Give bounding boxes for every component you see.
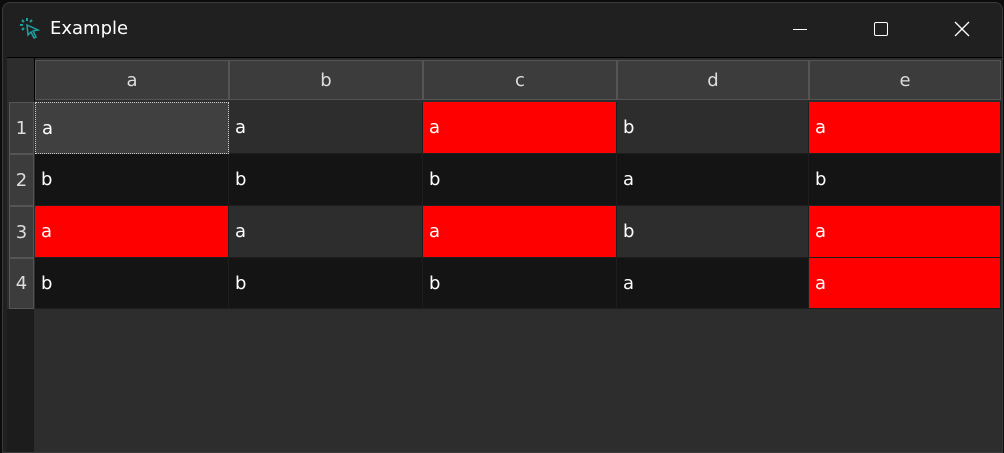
close-icon [954, 21, 970, 37]
table-cell[interactable]: a [423, 102, 617, 154]
data-table[interactable]: abcde1aaaba2bbbab3aaaba4bbbaa [7, 57, 1002, 452]
table-cell[interactable]: a [617, 258, 809, 309]
row-header-area [7, 309, 34, 452]
maximize-icon [874, 22, 888, 36]
row-header[interactable]: 3 [9, 206, 34, 258]
title-bar[interactable]: Example [3, 3, 1002, 55]
column-header[interactable]: c [423, 60, 617, 100]
table-cell[interactable]: a [229, 102, 423, 154]
row-header[interactable]: 1 [9, 102, 34, 154]
table-cell[interactable]: b [617, 102, 809, 154]
table-cell[interactable]: a [35, 102, 229, 154]
table-cell[interactable]: b [423, 154, 617, 206]
table-cell[interactable]: a [809, 258, 1001, 309]
table-cell[interactable]: a [35, 206, 229, 258]
row-header[interactable]: 2 [9, 154, 34, 206]
column-header[interactable]: a [35, 60, 229, 100]
table-cell[interactable]: b [35, 258, 229, 309]
window-title: Example [50, 18, 129, 39]
minimize-icon [793, 28, 807, 30]
table-cell[interactable]: b [229, 258, 423, 309]
table-corner-button[interactable] [7, 58, 35, 101]
table-cell[interactable]: a [229, 206, 423, 258]
close-button[interactable] [922, 3, 1002, 55]
column-header[interactable]: d [617, 60, 809, 100]
row-header[interactable]: 4 [9, 258, 34, 309]
table-cell[interactable]: b [35, 154, 229, 206]
minimize-button[interactable] [760, 3, 840, 55]
table-cell[interactable]: a [809, 206, 1001, 258]
cursor-click-icon [20, 18, 41, 39]
maximize-button[interactable] [841, 3, 921, 55]
table-cell[interactable]: b [617, 206, 809, 258]
column-header[interactable]: e [809, 60, 1001, 100]
window: Example abcde1aaaba2bbbab3aaaba4bbbaa [2, 2, 1003, 453]
table-cell[interactable]: a [617, 154, 809, 206]
table-cell[interactable]: b [229, 154, 423, 206]
column-header[interactable]: b [229, 60, 423, 100]
table-cell[interactable]: b [809, 154, 1001, 206]
table-cell[interactable]: a [809, 102, 1001, 154]
table-cell[interactable]: b [423, 258, 617, 309]
table-cell[interactable]: a [423, 206, 617, 258]
